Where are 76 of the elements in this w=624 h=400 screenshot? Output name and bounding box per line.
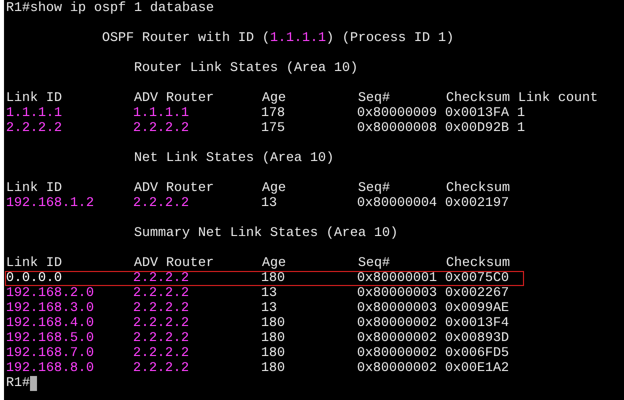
table-cell-text: 0x80000002 (357, 331, 438, 346)
table-cell-text: 0x80000001 (357, 271, 438, 286)
column-header: Checksum (446, 181, 511, 196)
table-cell-text: 2.2.2.2 (133, 361, 190, 376)
column-header: ADV Router (134, 91, 215, 106)
table-cell-text: 0x80000003 (357, 301, 438, 316)
table-cell-text: 0x80000002 (357, 346, 438, 361)
table-cell-text: 2.2.2.2 (133, 286, 190, 301)
table-cell-text: 192.168.7.0 (6, 346, 95, 361)
prompt-text: R1# (6, 1, 30, 16)
column-header: Link ID (6, 256, 63, 271)
table-cell-text: 192.168.3.0 (6, 301, 95, 316)
section-heading: Router Link States (Area 10) (134, 61, 358, 76)
table-cell-text: 0x80000002 (357, 361, 438, 376)
table-cell-text: 180 (261, 331, 286, 346)
table-cell-text: 2.2.2.2 (133, 271, 190, 286)
table-cell-text: 1 (517, 121, 526, 136)
table-cell-text: 180 (261, 271, 286, 286)
table-cell-text: 0.0.0.0 (6, 271, 63, 286)
column-header: Checksum (446, 91, 511, 106)
column-header: Link count (518, 91, 598, 106)
table-cell-text: 192.168.2.0 (6, 286, 95, 301)
table-cell-text: 0x00E1A2 (445, 361, 510, 376)
table-cell-text: 0x80000008 (357, 121, 438, 136)
table-cell-text: 2.2.2.2 (133, 121, 190, 136)
table-cell-text: 2.2.2.2 (133, 316, 190, 331)
table-cell-text: 0x80000002 (357, 316, 438, 331)
banner-text: OSPF Router with ID (1.1.1.1) (Process ID 1) (102, 31, 454, 46)
command-text: show ip ospf 1 database (30, 1, 214, 16)
table-cell-text: 2.2.2.2 (133, 331, 190, 346)
table-cell-text: 1.1.1.1 (6, 106, 63, 121)
table-cell-text: 180 (261, 346, 286, 361)
column-header: Link ID (6, 91, 63, 106)
table-cell-text: 178 (261, 106, 286, 121)
section-heading: Net Link States (Area 10) (134, 151, 334, 166)
column-header: Age (262, 91, 287, 106)
table-cell-text: 192.168.1.2 (6, 196, 95, 211)
table-cell-text: 0x002197 (445, 196, 510, 211)
table-cell-text: 192.168.5.0 (6, 331, 95, 346)
table-cell-text: 180 (261, 361, 286, 376)
table-cell-text: 13 (261, 196, 278, 211)
table-cell-text: 0x0013FA (445, 106, 510, 121)
table-cell-text: 175 (261, 121, 286, 136)
table-cell-text: 2.2.2.2 (133, 196, 190, 211)
table-cell-text: 192.168.4.0 (6, 316, 95, 331)
table-cell-text: 0x006FD5 (445, 346, 510, 361)
column-header: Seq# (358, 181, 391, 196)
table-cell-text: 0x80000009 (357, 106, 438, 121)
column-header: Age (262, 181, 287, 196)
column-header: Seq# (358, 256, 391, 271)
table-cell-text: 0x0075C0 (445, 271, 510, 286)
table-cell-text: 1 (517, 106, 526, 121)
cursor-icon (30, 376, 37, 391)
table-cell-text: 180 (261, 316, 286, 331)
table-cell-text: 0x0013F4 (445, 316, 510, 331)
table-cell-text: 0x00893D (445, 331, 510, 346)
column-header: Link ID (6, 181, 63, 196)
table-cell-text: 0x80000004 (357, 196, 438, 211)
table-cell-text: 2.2.2.2 (133, 346, 190, 361)
column-header: Age (262, 256, 287, 271)
table-cell-text: 2.2.2.2 (6, 121, 63, 136)
table-cell-text: 0x80000003 (357, 286, 438, 301)
table-cell-text: 1.1.1.1 (133, 106, 190, 121)
table-cell-text: 0x00D92B (445, 121, 510, 136)
table-cell-text: 13 (261, 286, 278, 301)
column-header: ADV Router (134, 256, 215, 271)
table-cell-text: 192.168.8.0 (6, 361, 95, 376)
column-header: Seq# (358, 91, 391, 106)
table-cell-text: 13 (261, 301, 278, 316)
prompt-text: R1# (6, 376, 30, 391)
table-cell-text: 0x0099AE (445, 301, 510, 316)
column-header: Checksum (446, 256, 511, 271)
table-cell-text: 0x002267 (445, 286, 510, 301)
table-cell-text: 2.2.2.2 (133, 301, 190, 316)
section-heading: Summary Net Link States (Area 10) (134, 226, 398, 241)
column-header: ADV Router (134, 181, 215, 196)
